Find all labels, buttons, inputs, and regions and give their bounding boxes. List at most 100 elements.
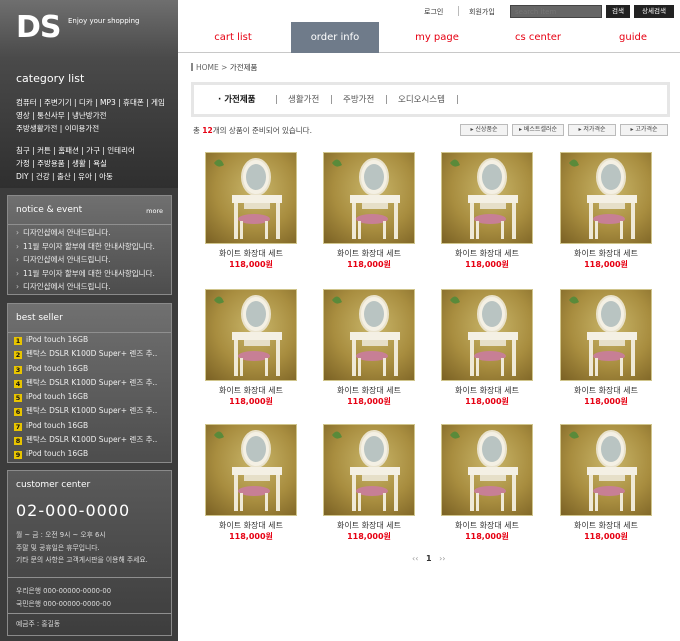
subcategory-tab-active[interactable]: · 가전제품: [218, 93, 255, 105]
product-card[interactable]: 화이트 화장대 세트 118,000원: [323, 289, 415, 407]
product-image[interactable]: [323, 152, 415, 244]
notice-item[interactable]: › 11월 무이자 할부에 대한 안내사항입니다.: [16, 267, 155, 281]
vanity-set-image: [569, 158, 637, 239]
vanity-set-image: [450, 430, 518, 511]
search-button[interactable]: 검색: [606, 5, 630, 18]
product-name[interactable]: 화이트 화장대 세트: [323, 385, 415, 396]
product-name[interactable]: 화이트 화장대 세트: [441, 248, 533, 259]
best-seller-name: 펜탁스 DSLR K100D Super+ 렌즈 추..: [26, 406, 158, 416]
product-image[interactable]: [205, 289, 297, 381]
product-card[interactable]: 화이트 화장대 세트 118,000원: [441, 289, 533, 407]
product-name[interactable]: 화이트 화장대 세트: [205, 385, 297, 396]
logo[interactable]: DS Enjoy your shopping: [0, 0, 178, 58]
category-line[interactable]: 가정 | 주방용품 | 생활 | 욕실: [16, 157, 174, 170]
subcategory-tab[interactable]: 주방가전: [343, 93, 374, 105]
login-link[interactable]: 로그인: [424, 7, 443, 17]
nav-cart-list[interactable]: cart list: [200, 22, 266, 53]
product-card[interactable]: 화이트 화장대 세트 118,000원: [205, 289, 297, 407]
vanity-set-image: [332, 430, 400, 511]
product-image[interactable]: [323, 424, 415, 516]
product-name[interactable]: 화이트 화장대 세트: [560, 248, 652, 259]
product-card[interactable]: 화이트 화장대 세트 118,000원: [560, 152, 652, 270]
notice-item[interactable]: › 11월 무이자 할부에 대한 안내사항입니다.: [16, 240, 155, 254]
product-image[interactable]: [205, 424, 297, 516]
category-line[interactable]: 영상 | 통신사무 | 냉난방가전: [16, 109, 174, 122]
notice-item[interactable]: › 디자인샵에서 안내드립니다.: [16, 226, 155, 240]
best-seller-item[interactable]: 1 iPod touch 16GB: [14, 333, 157, 347]
notice-item[interactable]: › 디자인샵에서 안내드립니다.: [16, 280, 155, 294]
detail-search-button[interactable]: 상세검색: [634, 5, 674, 18]
rank-badge-icon: 2: [14, 351, 22, 360]
nav-guide[interactable]: guide: [604, 22, 662, 53]
account-holder: 예금주 : 홍길동: [16, 620, 61, 628]
divider: [458, 6, 459, 16]
best-seller-item[interactable]: 8 펜탁스 DSLR K100D Super+ 렌즈 추..: [14, 433, 157, 447]
sort-label: 베스트셀러순: [523, 126, 558, 133]
product-image[interactable]: [441, 424, 533, 516]
subcategory-tab[interactable]: 오디오시스템: [398, 93, 445, 105]
product-image[interactable]: [205, 152, 297, 244]
best-seller-title: best seller: [16, 313, 63, 323]
product-card[interactable]: 화이트 화장대 세트 118,000원: [560, 289, 652, 407]
prev-page-button[interactable]: ‹‹: [412, 554, 418, 563]
product-image[interactable]: [441, 152, 533, 244]
best-seller-item[interactable]: 6 펜탁스 DSLR K100D Super+ 렌즈 추..: [14, 404, 157, 418]
customer-center-title: customer center: [16, 480, 91, 490]
product-price: 118,000원: [347, 397, 391, 406]
product-image[interactable]: [441, 289, 533, 381]
best-seller-item[interactable]: 3 iPod touch 16GB: [14, 362, 157, 376]
nav-cs-center[interactable]: cs center: [500, 22, 576, 53]
nav-my-page[interactable]: my page: [402, 22, 472, 53]
product-card[interactable]: 화이트 화장대 세트 118,000원: [560, 424, 652, 542]
product-price: 118,000원: [347, 260, 391, 269]
notice-more-link[interactable]: more: [146, 207, 163, 215]
sort-bestseller-button[interactable]: ▸ 베스트셀러순: [512, 124, 564, 136]
product-name[interactable]: 화이트 화장대 세트: [323, 520, 415, 531]
product-card[interactable]: 화이트 화장대 세트 118,000원: [205, 152, 297, 270]
rank-badge-icon: 4: [14, 379, 22, 388]
product-price: 118,000원: [229, 397, 273, 406]
product-card[interactable]: 화이트 화장대 세트 118,000원: [205, 424, 297, 542]
subcategory-tab[interactable]: 생활가전: [288, 93, 319, 105]
product-price: 118,000원: [347, 532, 391, 541]
product-card[interactable]: 화이트 화장대 세트 118,000원: [323, 152, 415, 270]
best-seller-item[interactable]: 2 펜탁스 DSLR K100D Super+ 렌즈 추..: [14, 347, 157, 361]
product-image[interactable]: [560, 289, 652, 381]
logo-tagline: Enjoy your shopping: [68, 17, 140, 25]
top-utility-bar: 로그인 회원가입 검색 상세검색: [178, 0, 680, 22]
sort-label: 고가격순: [635, 126, 658, 133]
product-card[interactable]: 화이트 화장대 세트 118,000원: [441, 424, 533, 542]
next-page-button[interactable]: ››: [439, 554, 445, 563]
product-name[interactable]: 화이트 화장대 세트: [205, 520, 297, 531]
category-line[interactable]: 주방생활가전 | 이미용가전: [16, 122, 174, 135]
search-input[interactable]: [510, 5, 602, 18]
category-line[interactable]: DIY | 건강 | 출산 | 유아 | 아동: [16, 170, 174, 183]
product-name[interactable]: 화이트 화장대 세트: [560, 385, 652, 396]
nav-order-info[interactable]: order info: [291, 22, 379, 53]
product-image[interactable]: [560, 152, 652, 244]
notice-item[interactable]: › 디자인샵에서 안내드립니다.: [16, 253, 155, 267]
product-name[interactable]: 화이트 화장대 세트: [560, 520, 652, 531]
product-name[interactable]: 화이트 화장대 세트: [441, 520, 533, 531]
product-name[interactable]: 화이트 화장대 세트: [205, 248, 297, 259]
product-image[interactable]: [560, 424, 652, 516]
product-image[interactable]: [323, 289, 415, 381]
category-line[interactable]: 컴퓨터 | 주변기기 | 디카 | MP3 | 휴대폰 | 게임: [16, 96, 174, 109]
page-number[interactable]: 1: [426, 554, 432, 563]
logo-mark[interactable]: DS: [16, 12, 62, 44]
breadcrumb-home[interactable]: HOME: [196, 63, 219, 72]
sort-newest-button[interactable]: ▸ 신상품순: [460, 124, 508, 136]
subcategory-label: 가전제품: [224, 95, 256, 105]
best-seller-item[interactable]: 5 iPod touch 16GB: [14, 390, 157, 404]
product-name[interactable]: 화이트 화장대 세트: [441, 385, 533, 396]
best-seller-item[interactable]: 7 iPod touch 16GB: [14, 419, 157, 433]
product-name[interactable]: 화이트 화장대 세트: [323, 248, 415, 259]
sort-high-price-button[interactable]: ▸ 고가격순: [620, 124, 668, 136]
product-card[interactable]: 화이트 화장대 세트 118,000원: [441, 152, 533, 270]
best-seller-item[interactable]: 9 iPod touch 16GB: [14, 447, 157, 461]
product-card[interactable]: 화이트 화장대 세트 118,000원: [323, 424, 415, 542]
best-seller-item[interactable]: 4 펜탁스 DSLR K100D Super+ 렌즈 추..: [14, 376, 157, 390]
join-link[interactable]: 회원가입: [469, 7, 495, 17]
category-line[interactable]: 침구 | 커튼 | 홈패션 | 가구 | 인테리어: [16, 144, 174, 157]
sort-low-price-button[interactable]: ▸ 저가격순: [568, 124, 616, 136]
